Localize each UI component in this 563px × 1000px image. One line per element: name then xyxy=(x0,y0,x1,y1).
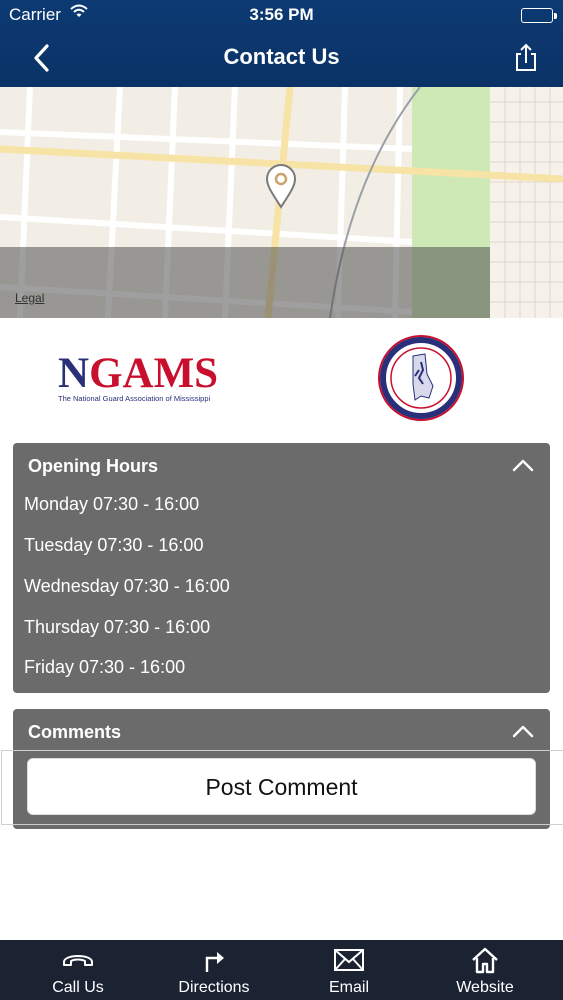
logo-tagline: The National Guard Association of Missis… xyxy=(58,394,211,403)
hours-row-monday: Monday 07:30 - 16:00 xyxy=(24,494,200,514)
post-comment-button[interactable]: Post Comment xyxy=(27,758,536,815)
phone-icon xyxy=(23,946,133,974)
tab-label: Directions xyxy=(178,979,250,996)
hours-row-friday: Friday 07:30 - 16:00 xyxy=(24,657,186,677)
tab-label: Email xyxy=(328,979,369,996)
ngams-logo: NGAMS The National Guard Association of … xyxy=(58,352,228,403)
tab-call-us[interactable]: Call Us xyxy=(23,940,133,1000)
nav-bar: Contact Us xyxy=(0,30,563,87)
status-bar: Carrier 3:56 PM xyxy=(0,0,563,30)
header: Carrier 3:56 PM Contact Us xyxy=(0,0,563,87)
envelope-icon xyxy=(294,946,404,974)
comments-panel: Comments Post Comment xyxy=(1,709,563,829)
battery-icon xyxy=(521,8,557,23)
share-icon[interactable] xyxy=(511,42,541,74)
hours-row-thursday: Thursday 07:30 - 16:00 xyxy=(24,617,211,637)
opening-hours-header[interactable]: Opening Hours xyxy=(13,443,550,488)
bottom-tab-bar: Call Us Directions Email Website xyxy=(0,940,563,1000)
association-seal-icon xyxy=(377,334,465,422)
comments-title: Comments xyxy=(28,722,122,742)
tab-directions[interactable]: Directions xyxy=(159,940,269,1000)
hours-row-wednesday: Wednesday 07:30 - 16:00 xyxy=(24,576,230,596)
tab-label: Call Us xyxy=(52,979,104,996)
location-map[interactable]: Legal xyxy=(0,87,563,318)
tab-label: Website xyxy=(456,979,514,996)
opening-hours-panel: Opening Hours Monday 07:30 - 16:00 Tuesd… xyxy=(13,443,550,693)
status-time: 3:56 PM xyxy=(249,5,314,24)
directions-icon xyxy=(159,946,269,974)
map-legal-link[interactable]: Legal xyxy=(15,291,44,305)
opening-hours-title: Opening Hours xyxy=(28,456,158,476)
page-title: Contact Us xyxy=(223,44,340,69)
tab-email[interactable]: Email xyxy=(294,940,404,1000)
contact-us-screen: Carrier 3:56 PM Contact Us Legal NGAMS T… xyxy=(0,0,563,1000)
logos-row: NGAMS The National Guard Association of … xyxy=(0,330,563,430)
map-tiles xyxy=(0,87,563,318)
home-icon xyxy=(430,946,540,974)
hours-row-tuesday: Tuesday 07:30 - 16:00 xyxy=(24,535,204,555)
chevron-up-icon[interactable] xyxy=(512,458,534,472)
chevron-up-icon[interactable] xyxy=(512,724,534,738)
tab-website[interactable]: Website xyxy=(430,940,540,1000)
comments-header[interactable]: Comments xyxy=(13,709,550,754)
